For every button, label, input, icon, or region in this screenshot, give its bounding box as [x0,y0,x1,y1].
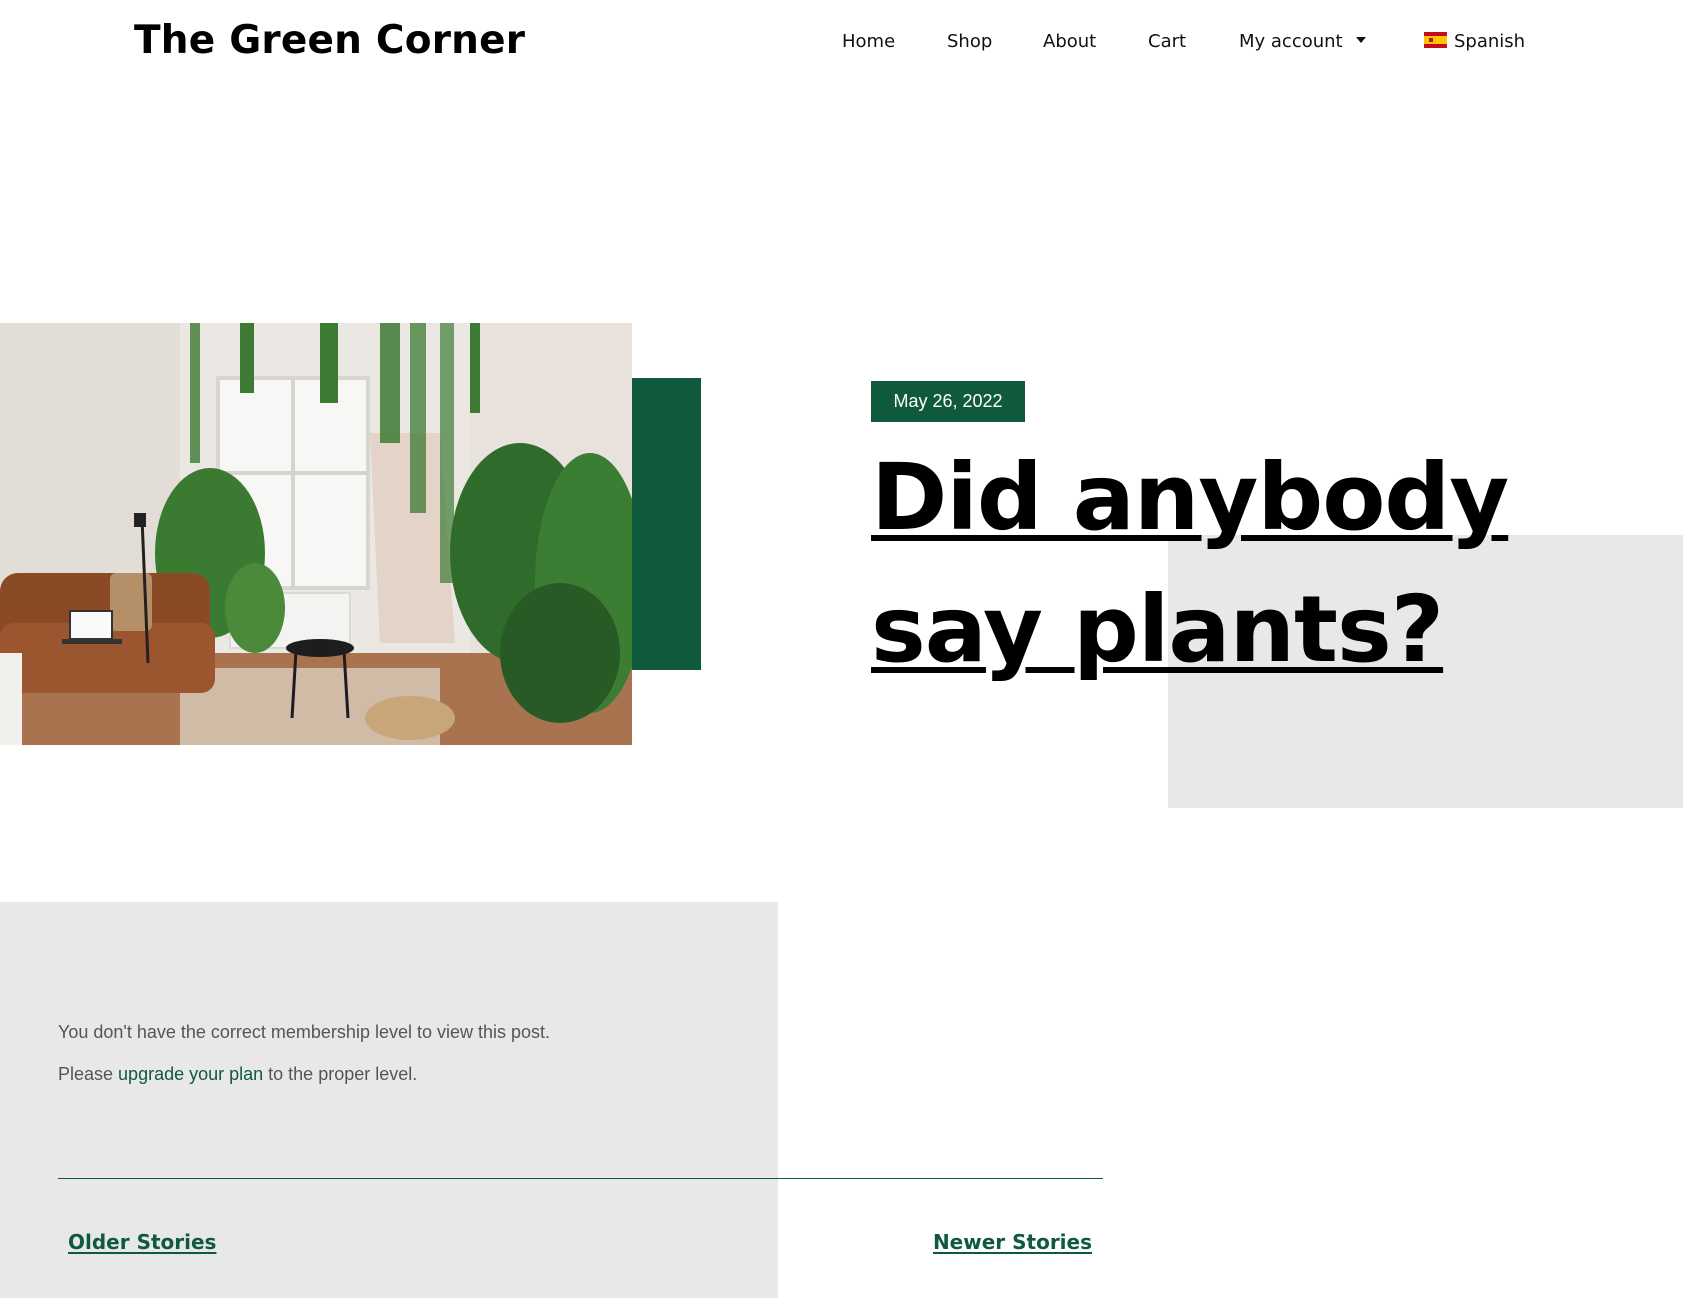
nav-item-shop[interactable]: Shop [947,22,992,62]
hero-image [0,323,632,745]
upgrade-message: Please upgrade your plan to the proper l… [58,1064,417,1085]
accent-bar [632,378,701,670]
page: The Green Corner Home Shop About Cart My… [0,0,1683,1298]
post-title-link[interactable]: Did anybody say plants? [871,432,1591,696]
divider [58,1178,1103,1179]
upgrade-plan-link[interactable]: upgrade your plan [118,1064,263,1084]
nav-item-cart[interactable]: Cart [1148,22,1186,62]
caret-down-icon[interactable] [1355,37,1366,43]
older-stories-link[interactable]: Older Stories [68,1230,216,1254]
upgrade-prefix: Please [58,1064,119,1084]
nav-item-home[interactable]: Home [842,22,895,62]
newer-stories-link[interactable]: Newer Stories [933,1230,1092,1254]
nav-item-my-account[interactable]: My account [1239,22,1366,62]
spain-flag-icon [1424,32,1447,48]
language-switcher[interactable]: Spanish [1424,22,1525,62]
language-label: Spanish [1454,31,1526,52]
nav-item-my-account-label: My account [1239,31,1343,52]
restricted-message: You don't have the correct membership le… [58,1022,551,1042]
nav-item-about[interactable]: About [1043,22,1096,62]
post-date-badge: May 26, 2022 [871,381,1025,422]
main-nav: Home Shop About Cart My account Spanish [0,22,1683,62]
upgrade-suffix: to the proper level. [263,1064,418,1084]
